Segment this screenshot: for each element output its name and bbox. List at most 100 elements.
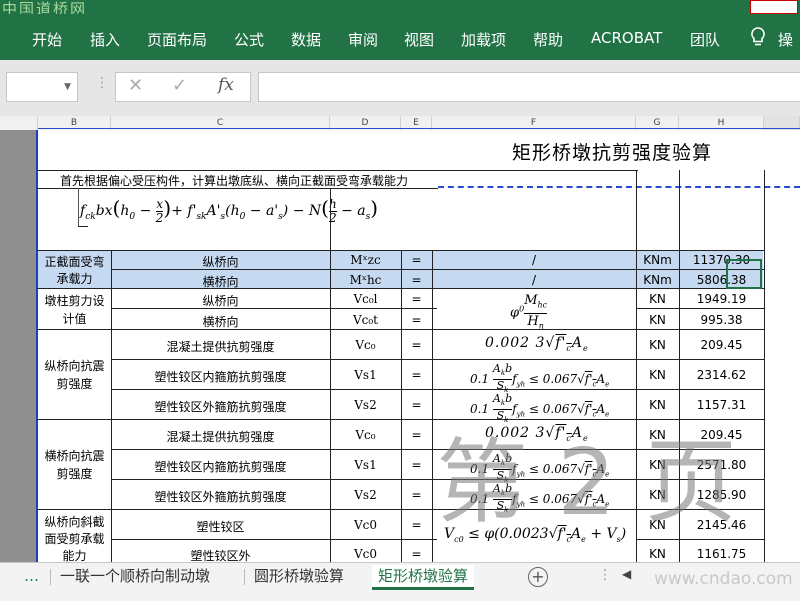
equals-cell: = [411, 398, 422, 412]
equals-cell: = [411, 458, 422, 472]
group-label-bending: 正截面受弯 承载力 [38, 254, 111, 288]
sheet-tabs-more[interactable]: … [18, 565, 45, 587]
symbol-cell: Vs1 [354, 368, 377, 382]
sheet-tab-round-pier[interactable]: 圆形桥墩验算 [248, 565, 350, 587]
equals-cell: = [411, 428, 422, 442]
sheet-tab-rect-pier[interactable]: 矩形桥墩验算 [372, 565, 475, 590]
tab-page-layout[interactable]: 页面布局 [147, 29, 207, 50]
row-headers[interactable] [0, 130, 36, 562]
tab-view[interactable]: 视图 [404, 29, 434, 50]
symbol-cell: Vc₀ [355, 428, 376, 442]
sheet-title: 矩形桥墩抗剪强度验算 [512, 142, 713, 164]
symbol-cell: Vc₀ [355, 338, 376, 352]
symbol-cell: Vc₀t [352, 313, 379, 327]
group-label-shear-design: 墩柱剪力设 计值 [38, 292, 111, 328]
group-label-line: 计值 [62, 312, 87, 326]
page-number-watermark: 第 2 页 [436, 429, 738, 536]
lightbulb-icon[interactable] [748, 26, 768, 48]
row-label: 混凝土提供抗剪强度 [166, 430, 275, 444]
tab-insert[interactable]: 插入 [90, 29, 120, 50]
row-label: 混凝土提供抗剪强度 [166, 340, 275, 354]
row-label: 横桥向 [202, 275, 239, 289]
formula-input[interactable] [258, 72, 800, 102]
tab-tell-me[interactable]: 操 [778, 29, 793, 50]
tab-home[interactable]: 开始 [32, 29, 62, 50]
sheet-tab-braking-pier[interactable]: 一联一个顺桥向制动墩 [54, 565, 216, 587]
equals-cell: = [411, 338, 422, 352]
scroll-left-icon[interactable]: ◀ [622, 567, 631, 581]
value-cell[interactable]: 209.45 [679, 338, 764, 352]
window-control[interactable] [750, 0, 798, 14]
stirrup-formula-long-in: 0.1 Akb Sk fyh ≤ 0.067√f'cAe [470, 362, 610, 395]
formula-bar: ▼ ⋮ ✕ ✓ fx [0, 60, 800, 116]
grid-line [38, 188, 438, 189]
symbol-cell: Mˣzc [350, 253, 381, 267]
shear-design-formula: φ0 Mhc Hn [510, 293, 548, 331]
group-label-line: 剪强度 [56, 467, 93, 481]
more-dots-icon[interactable]: ⋮ [95, 75, 109, 91]
tab-team[interactable]: 团队 [690, 29, 720, 50]
row-label: 塑性铰区内箍筋抗剪强度 [154, 460, 287, 474]
tab-data[interactable]: 数据 [291, 29, 321, 50]
value-cell[interactable]: 2314.62 [679, 368, 764, 382]
equals-cell: = [411, 313, 422, 327]
value-cell[interactable]: 1949.19 [679, 292, 764, 306]
active-cell-selection[interactable] [726, 259, 762, 289]
symbol-cell: Vc0 [353, 547, 378, 561]
formula-buttons: ✕ ✓ fx [115, 72, 251, 102]
tab-acrobat[interactable]: ACROBAT [591, 29, 662, 47]
unit-cell: KN [649, 547, 666, 561]
row-label: 纵桥向 [202, 255, 239, 269]
insert-function-icon[interactable]: fx [218, 75, 234, 95]
group-label-line: 面受剪承载 [44, 532, 105, 546]
grid-line [111, 359, 764, 360]
grid-line [38, 170, 638, 171]
row-label: 横桥向 [202, 315, 239, 329]
name-box[interactable]: ▼ [6, 72, 78, 102]
unit-cell: KNm [643, 253, 672, 267]
equals-cell: = [411, 368, 422, 382]
select-all-corner[interactable] [0, 116, 38, 130]
watermark-url: www.cndao.com [654, 569, 793, 589]
grid-line [764, 170, 765, 562]
unit-cell: KNm [643, 273, 672, 287]
value-cell[interactable]: 1161.75 [679, 547, 764, 561]
tab-help[interactable]: 帮助 [533, 29, 563, 50]
row-label: 塑性铰区外箍筋抗剪强度 [154, 400, 287, 414]
vertical-dots-icon[interactable]: ⋮ [598, 567, 612, 583]
add-sheet-icon[interactable]: + [528, 567, 548, 587]
unit-cell: KN [649, 338, 666, 352]
value-cell[interactable]: 995.38 [679, 313, 764, 327]
group-label-oblique: 纵桥向斜截 面受剪承载 能力 [38, 514, 111, 562]
unit-cell: KN [649, 368, 666, 382]
chevron-down-icon[interactable]: ▼ [64, 82, 71, 92]
cancel-icon[interactable]: ✕ [128, 75, 143, 96]
equals-cell: = [411, 518, 422, 532]
row-label: 塑性铰区 [196, 520, 245, 534]
grid-line [78, 226, 88, 227]
group-label-trans-seismic: 横桥向抗震 剪强度 [38, 447, 111, 483]
group-label-line: 纵桥向抗震 [44, 359, 105, 373]
title-bar: 中国道桥网 [0, 0, 800, 18]
page-break-dashed [438, 186, 800, 188]
worksheet-grid[interactable]: 矩形桥墩抗剪强度验算 首先根据偏心受压构件，计算出墩底纵、横向正截面受弯承载能力… [38, 130, 800, 562]
tab-review[interactable]: 审阅 [348, 29, 378, 50]
symbol-cell: Vc₀l [353, 292, 378, 306]
instruction-note: 首先根据偏心受压构件，计算出墩底纵、横向正截面受弯承载能力 [60, 174, 409, 188]
group-label-long-seismic: 纵桥向抗震 剪强度 [38, 357, 111, 393]
symbol-cell: Vc0 [353, 518, 378, 532]
bending-formula: fckbx(h0 − x 2)+ f'skA's(h0 − a's) − N(h 2… [80, 196, 379, 225]
tab-separator [50, 569, 51, 585]
grid-line [111, 539, 437, 540]
tab-addins[interactable]: 加载项 [461, 29, 506, 50]
row-label: 塑性铰区内箍筋抗剪强度 [154, 370, 287, 384]
ribbon-tabs: 开始 插入 页面布局 公式 数据 审阅 视图 加载项 帮助 ACROBAT 团队… [0, 14, 800, 60]
group-label-line: 纵桥向斜截 [44, 515, 105, 529]
equals-cell: = [411, 292, 422, 306]
group-label-line: 剪强度 [56, 377, 93, 391]
equals-cell: = [411, 547, 422, 561]
concrete-formula-long: 0.002 3√f'cAe [485, 335, 589, 353]
tab-formulas[interactable]: 公式 [234, 29, 264, 50]
confirm-icon[interactable]: ✓ [172, 75, 187, 96]
formula-cell: / [531, 273, 537, 287]
